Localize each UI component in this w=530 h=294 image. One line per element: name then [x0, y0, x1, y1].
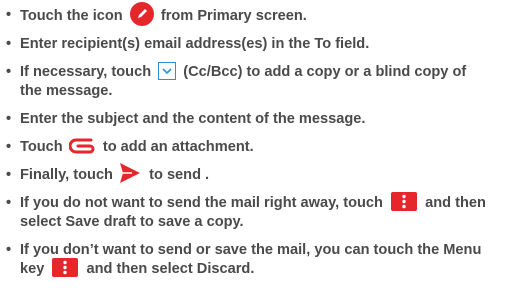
item-text: and then select Discard.: [86, 261, 255, 277]
bullet: •: [6, 139, 12, 155]
chevron-down-icon: [158, 61, 177, 80]
list-item: • Touch to add an attachment.: [6, 138, 528, 157]
item-text: key: [20, 261, 45, 277]
bullet: •: [6, 7, 12, 23]
item-text: Enter recipient(s) email address(es) in …: [20, 36, 370, 52]
list-item: • Enter recipient(s) email address(es) i…: [6, 35, 528, 54]
item-text: Enter the subject and the content of the…: [20, 111, 366, 127]
instruction-list: • Touch the icon from Primary screen. • …: [6, 2, 528, 288]
item-text: to send .: [149, 167, 210, 183]
item-text: If you do not want to send the mail righ…: [20, 195, 383, 211]
item-text: If you don’t want to send or save the ma…: [20, 242, 482, 258]
list-item: • Touch the icon from Primary screen.: [6, 2, 528, 26]
item-text: to add an attachment.: [102, 139, 254, 155]
item-text: and then: [425, 195, 486, 211]
item-text: Touch: [20, 139, 63, 155]
bullet: •: [6, 111, 12, 127]
more-vert-icon: [52, 258, 79, 278]
paperclip-icon: [68, 136, 95, 156]
item-text: the message.: [20, 83, 113, 99]
pen-icon: [129, 2, 154, 26]
bullet: •: [6, 242, 12, 258]
send-icon: [119, 162, 141, 184]
list-item: • If you do not want to send the mail ri…: [6, 192, 528, 232]
list-item: • Finally, touch to send .: [6, 163, 528, 185]
list-item: • Enter the subject and the content of t…: [6, 110, 528, 129]
item-text: Finally, touch: [20, 167, 113, 183]
bullet: •: [6, 64, 12, 80]
more-vert-icon: [391, 192, 418, 212]
item-text: Touch the icon: [20, 7, 123, 24]
list-item: • If you don’t want to send or save the …: [6, 241, 528, 279]
bullet: •: [6, 36, 12, 52]
item-text: select Save draft to save a copy.: [20, 214, 244, 230]
item-text: (Cc/Bcc) to add a copy or a blind copy o…: [183, 64, 467, 80]
list-item: • If necessary, touch (Cc/Bcc) to add a …: [6, 61, 528, 101]
bullet: •: [6, 195, 12, 211]
item-text: from Primary screen.: [160, 7, 307, 24]
bullet: •: [6, 167, 12, 183]
item-text: If necessary, touch: [20, 64, 152, 80]
